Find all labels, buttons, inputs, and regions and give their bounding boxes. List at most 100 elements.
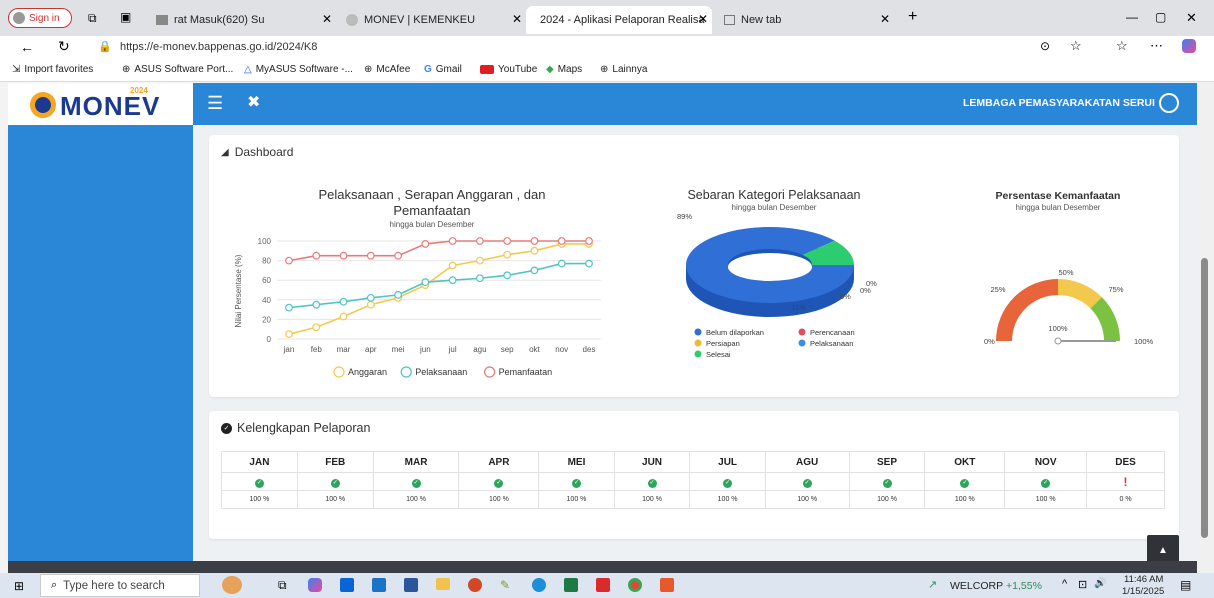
data-point[interactable]: [503, 237, 512, 245]
data-point[interactable]: [476, 256, 484, 265]
pie-legend-marker[interactable]: [798, 328, 806, 336]
tab-mail[interactable]: rat Masuk(620) Su: [148, 6, 308, 34]
task-view-icon[interactable]: ⧉: [278, 578, 287, 593]
data-point[interactable]: [312, 251, 321, 260]
pie-legend-marker[interactable]: [694, 339, 702, 347]
data-point[interactable]: [394, 290, 402, 299]
user-avatar-icon[interactable]: [1159, 93, 1179, 113]
signin-button[interactable]: Sign in: [8, 8, 72, 28]
bookmark-asus-software[interactable]: ⊕ ASUS Software Port...: [122, 64, 233, 75]
outlook-icon[interactable]: [340, 578, 354, 592]
tab-new-tab[interactable]: New tab: [716, 6, 886, 34]
url-field[interactable]: https://e-monev.bappenas.go.id/2024/K8: [120, 41, 317, 53]
pie-legend-marker[interactable]: [798, 339, 806, 347]
data-point[interactable]: [476, 274, 484, 283]
tab-aplikasi-pelaporan[interactable]: 2024 - Aplikasi Pelaporan Realisa: [526, 6, 712, 34]
reader-icon[interactable]: ⊙: [1040, 39, 1050, 53]
tray-chevron-icon[interactable]: ^: [1062, 578, 1067, 590]
scrollbar-thumb[interactable]: [1201, 258, 1208, 538]
chrome-icon[interactable]: [628, 578, 642, 592]
file-explorer-icon[interactable]: [436, 578, 450, 590]
data-point[interactable]: [530, 246, 539, 255]
store-icon[interactable]: [372, 578, 386, 592]
data-point[interactable]: [339, 297, 348, 306]
close-icon[interactable]: ✕: [512, 12, 522, 26]
monev-logo[interactable]: MONEV 2024: [30, 86, 180, 121]
pie-legend-label[interactable]: Selesai: [706, 350, 731, 359]
close-icon[interactable]: ✕: [698, 12, 708, 26]
legend-label[interactable]: Pelaksanaan: [415, 367, 467, 377]
powerpoint-icon[interactable]: [468, 578, 482, 592]
minimize-icon[interactable]: —: [1126, 10, 1138, 24]
refresh-icon[interactable]: ↻: [58, 38, 70, 55]
legend-marker[interactable]: [484, 366, 496, 378]
clock-date[interactable]: 1/15/2025: [1122, 586, 1164, 597]
data-point[interactable]: [585, 259, 593, 268]
stock-trend-icon[interactable]: ↗: [928, 578, 937, 591]
legend-label[interactable]: Pemanfaatan: [499, 367, 553, 377]
data-point[interactable]: [366, 251, 375, 260]
taskbar-search[interactable]: ⌕ Type here to search: [40, 574, 200, 597]
stock-change[interactable]: +1,55%: [1006, 580, 1042, 592]
excel-icon[interactable]: [564, 578, 578, 592]
data-point[interactable]: [448, 237, 457, 245]
bookmark-import-favorites[interactable]: ⇲ Import favorites: [12, 64, 93, 75]
edge-icon[interactable]: [532, 578, 546, 592]
favorite-star-icon[interactable]: ☆: [1070, 38, 1082, 54]
pie-legend-label[interactable]: Perencanaan: [810, 328, 855, 337]
bookmark-mcafee[interactable]: ⊕ McAfee: [364, 64, 410, 75]
app-red-icon[interactable]: [660, 578, 674, 592]
data-point[interactable]: [557, 259, 566, 268]
volume-icon[interactable]: 🔊: [1094, 578, 1106, 589]
weather-icon[interactable]: [222, 576, 242, 594]
notification-icon[interactable]: ▤: [1180, 578, 1191, 592]
data-point[interactable]: [285, 330, 293, 339]
copilot-taskbar-icon[interactable]: [308, 578, 322, 592]
data-point[interactable]: [476, 237, 484, 245]
data-point[interactable]: [339, 251, 348, 260]
data-point[interactable]: [530, 266, 539, 275]
data-point[interactable]: [394, 251, 402, 260]
data-point[interactable]: [448, 276, 457, 285]
bookmark-maps[interactable]: ◆ Maps: [546, 64, 582, 75]
stock-name[interactable]: WELCORP: [950, 580, 1003, 592]
vertical-scrollbar[interactable]: [1197, 83, 1214, 573]
menu-hamburger-icon[interactable]: ☰: [207, 94, 223, 112]
data-point[interactable]: [557, 237, 566, 245]
workspaces-icon[interactable]: ⧉: [88, 11, 97, 26]
site-info-icon[interactable]: 🔒: [98, 40, 112, 53]
data-point[interactable]: [421, 240, 430, 248]
user-name[interactable]: LEMBAGA PEMASYARAKATAN SERUI: [963, 97, 1155, 109]
fullscreen-icon[interactable]: ✖: [247, 94, 260, 112]
more-icon[interactable]: ⋯: [1150, 38, 1163, 54]
data-point[interactable]: [285, 256, 293, 265]
bookmark-myasus[interactable]: △ MyASUS Software -...: [244, 64, 353, 75]
tab-monev-kemenkeu[interactable]: MONEV | KEMENKEU: [338, 6, 518, 34]
data-point[interactable]: [339, 312, 348, 321]
new-tab-button[interactable]: +: [908, 8, 917, 26]
data-point[interactable]: [448, 261, 457, 270]
pie-legend-label[interactable]: Pelaksanaan: [810, 339, 853, 348]
window-close-icon[interactable]: ✕: [1186, 10, 1197, 26]
favorites-icon[interactable]: ☆: [1116, 38, 1128, 54]
bookmark-gmail[interactable]: G Gmail: [424, 64, 462, 75]
clock-time[interactable]: 11:46 AM: [1124, 574, 1163, 585]
back-icon[interactable]: ←: [20, 39, 34, 55]
data-point[interactable]: [366, 293, 375, 302]
bookmark-youtube[interactable]: YouTube: [480, 64, 537, 75]
data-point[interactable]: [503, 271, 512, 280]
data-point[interactable]: [503, 250, 512, 259]
close-icon[interactable]: ✕: [322, 12, 332, 26]
acrobat-icon[interactable]: [596, 578, 610, 592]
data-point[interactable]: [285, 303, 293, 312]
legend-label[interactable]: Anggaran: [348, 367, 387, 377]
data-point[interactable]: [312, 300, 321, 309]
pie-legend-label[interactable]: Persiapan: [706, 339, 740, 348]
data-point[interactable]: [312, 323, 321, 332]
legend-marker[interactable]: [400, 366, 412, 378]
word-icon[interactable]: [404, 578, 418, 592]
data-point[interactable]: [585, 237, 593, 245]
windows-start-icon[interactable]: ⊞: [14, 579, 24, 593]
close-icon[interactable]: ✕: [880, 12, 890, 26]
tab-actions-icon[interactable]: ▣: [120, 10, 131, 24]
